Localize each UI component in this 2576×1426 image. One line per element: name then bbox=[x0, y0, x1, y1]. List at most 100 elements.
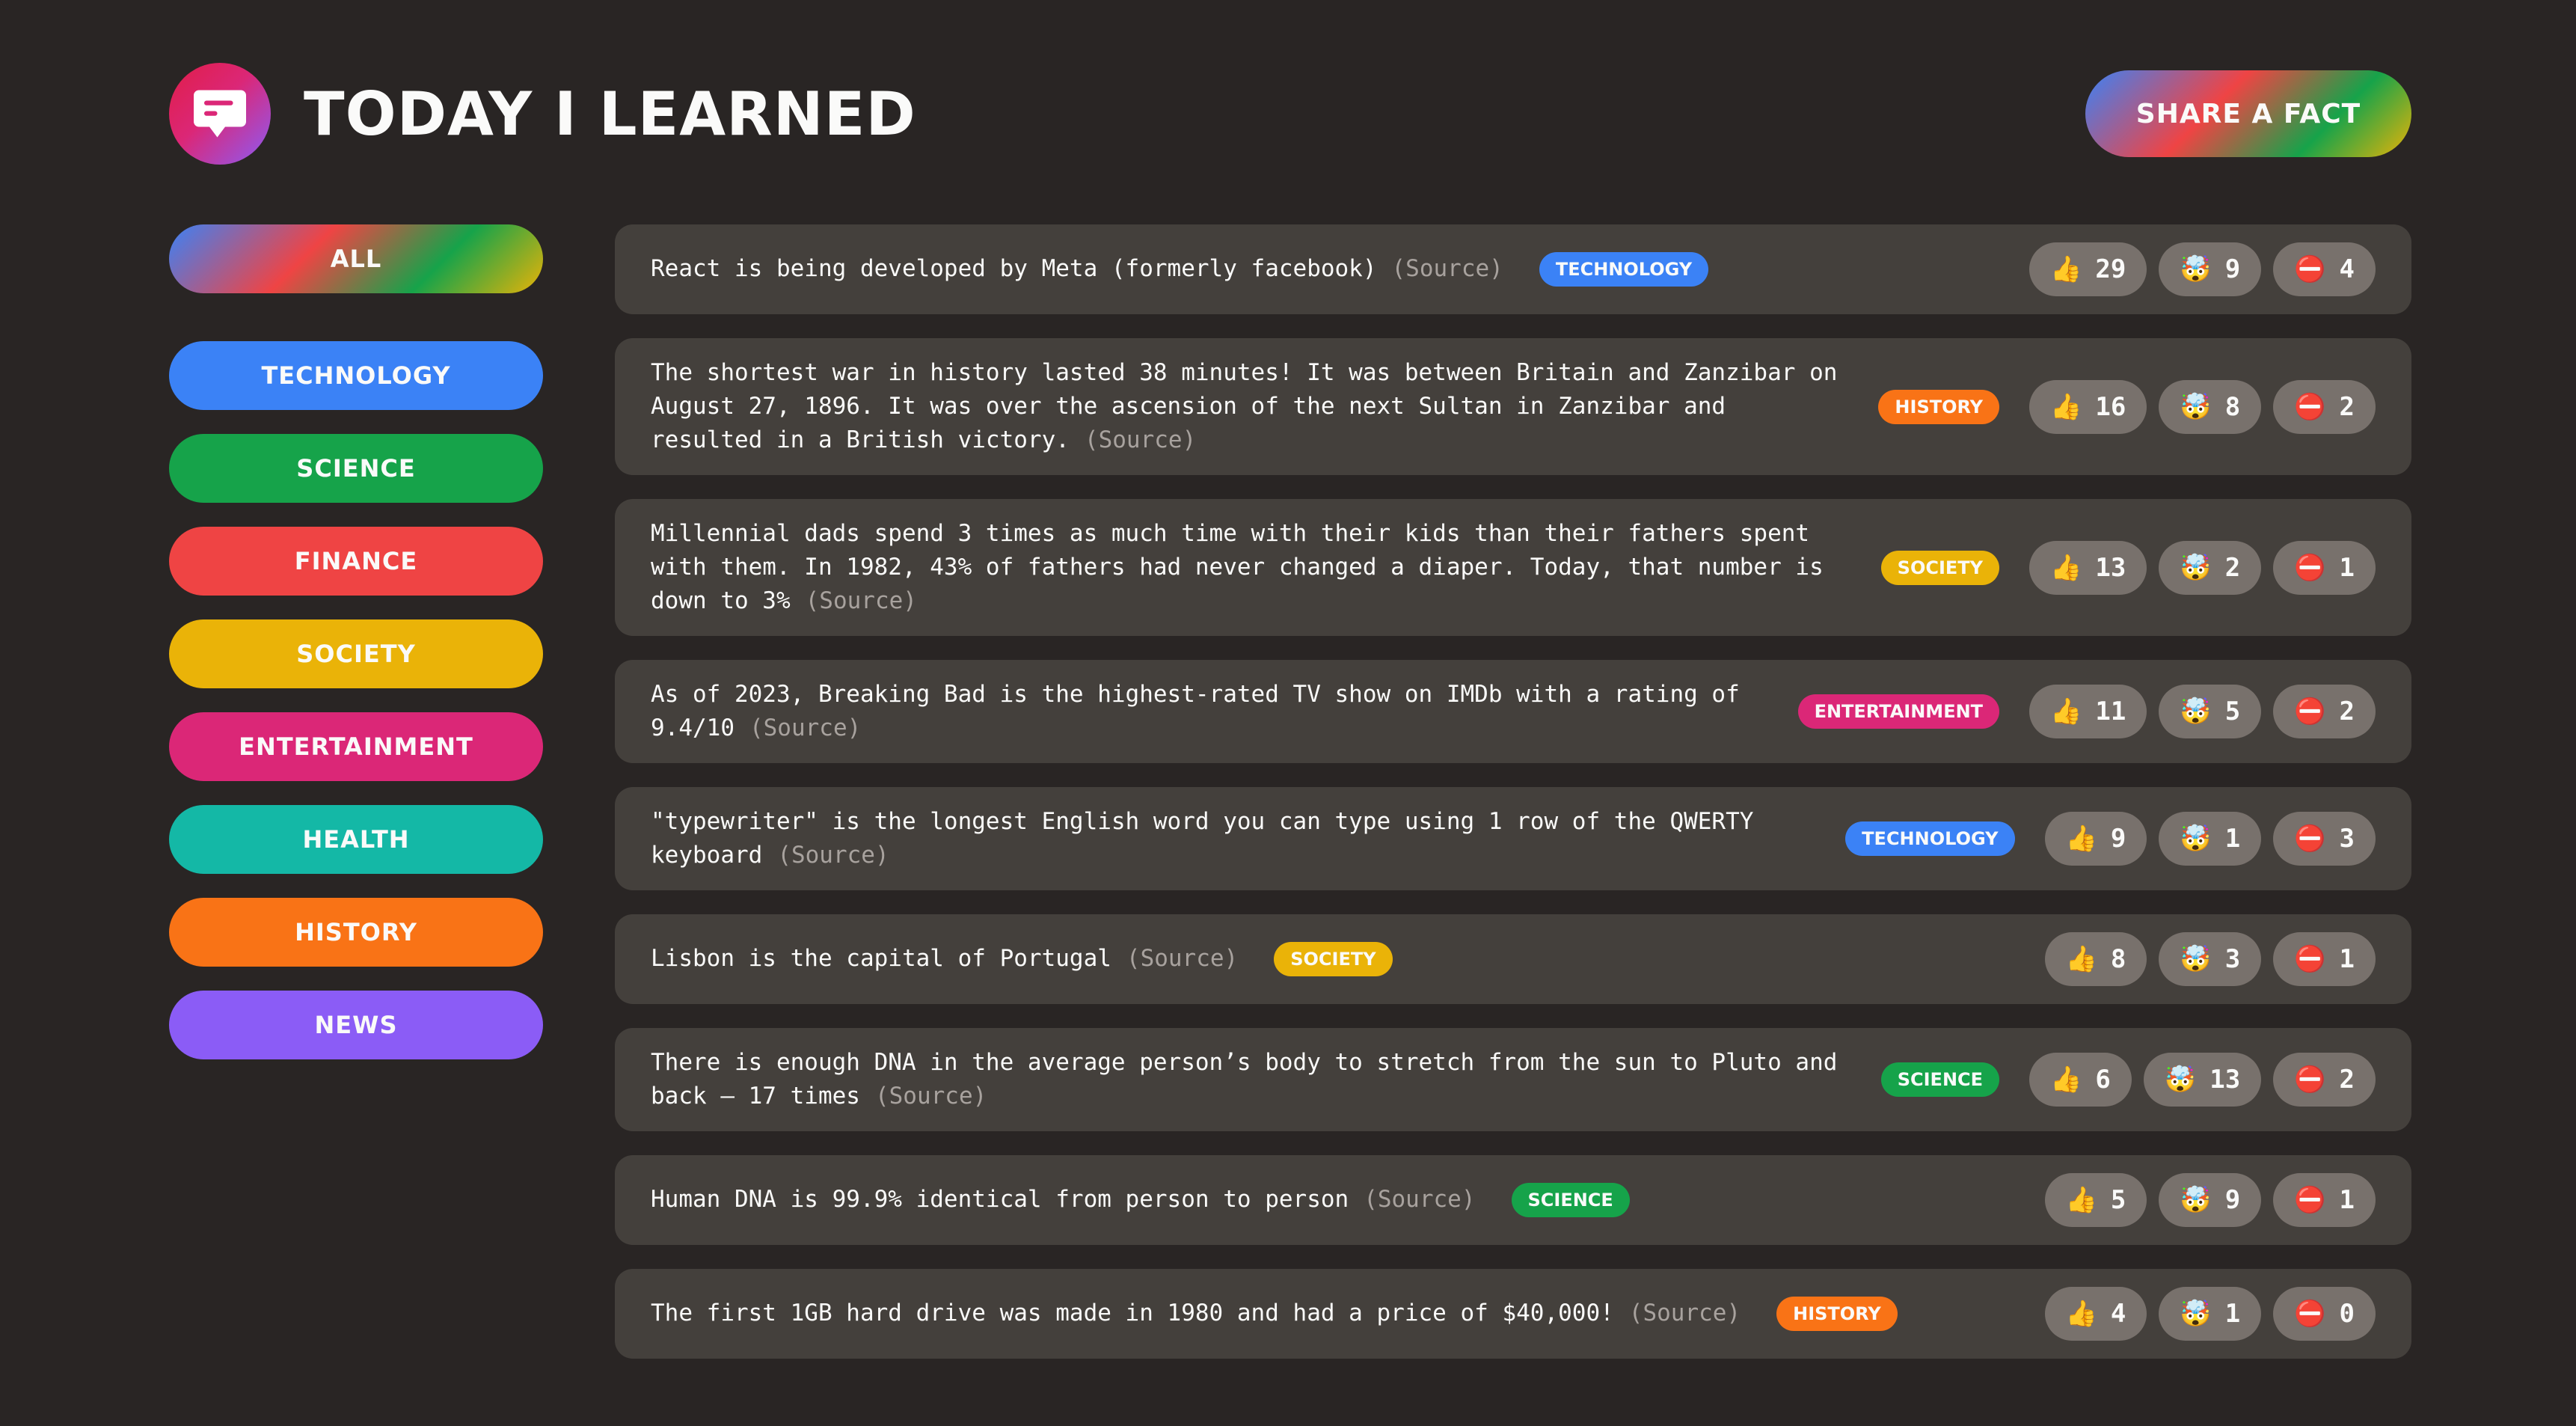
category-finance-button[interactable]: Finance bbox=[169, 527, 543, 596]
mind-blown-icon: 🤯 bbox=[2180, 697, 2212, 726]
mindblowing-vote-button[interactable]: 🤯 2 bbox=[2159, 540, 2262, 595]
thumbs-up-icon: 👍 bbox=[2050, 391, 2082, 422]
fact-item: Human DNA is 99.9% identical from person… bbox=[615, 1155, 2411, 1245]
like-vote-button[interactable]: 👍 13 bbox=[2029, 540, 2147, 595]
fact-text-block: As of 2023, Breaking Bad is the highest-… bbox=[651, 678, 1768, 745]
false-vote-button[interactable]: ⛔ 1 bbox=[2273, 1173, 2376, 1227]
like-count: 6 bbox=[2095, 1065, 2111, 1095]
source-link[interactable]: (Source) bbox=[777, 842, 889, 869]
mindblowing-vote-button[interactable]: 🤯 9 bbox=[2159, 1173, 2262, 1227]
false-vote-button[interactable]: ⛔ 2 bbox=[2273, 685, 2376, 738]
category-entertainment-button[interactable]: Entertainment bbox=[169, 712, 543, 781]
source-link[interactable]: (Source) bbox=[875, 1083, 987, 1110]
fact-text-block: There is enough DNA in the average perso… bbox=[651, 1046, 1851, 1113]
false-vote-button[interactable]: ⛔ 4 bbox=[2273, 242, 2376, 296]
chat-bubble-icon bbox=[169, 63, 271, 165]
source-link[interactable]: (Source) bbox=[749, 714, 861, 741]
source-link[interactable]: (Source) bbox=[1629, 1300, 1741, 1326]
fact-text: There is enough DNA in the average perso… bbox=[651, 1049, 1838, 1110]
mindblowing-vote-button[interactable]: 🤯 5 bbox=[2159, 685, 2262, 738]
mind-blown-icon: 🤯 bbox=[2180, 944, 2212, 974]
false-count: 2 bbox=[2339, 697, 2355, 726]
category-science-button[interactable]: Science bbox=[169, 434, 543, 503]
vote-buttons: 👍 4 🤯 1 ⛔ 0 bbox=[2015, 1287, 2376, 1341]
source-link[interactable]: (Source) bbox=[806, 587, 917, 614]
fact-item: There is enough DNA in the average perso… bbox=[615, 1028, 2411, 1131]
mind-blown-icon: 🤯 bbox=[2180, 824, 2212, 854]
false-count: 2 bbox=[2339, 1065, 2355, 1095]
category-tag: Entertainment bbox=[1797, 694, 2000, 729]
like-vote-button[interactable]: 👍 16 bbox=[2029, 379, 2147, 434]
no-entry-icon: ⛔ bbox=[2294, 944, 2326, 974]
category-tag: Science bbox=[1511, 1183, 1630, 1218]
vote-buttons: 👍 13 🤯 2 ⛔ 1 bbox=[1999, 540, 2376, 595]
mindblowing-count: 1 bbox=[2224, 824, 2241, 854]
like-count: 4 bbox=[2110, 1299, 2126, 1329]
false-vote-button[interactable]: ⛔ 1 bbox=[2273, 540, 2376, 595]
brand: Today I Learned bbox=[169, 63, 916, 165]
fact-item: Millennial dads spend 3 times as much ti… bbox=[615, 499, 2411, 636]
vote-buttons: 👍 9 🤯 1 ⛔ 3 bbox=[2015, 812, 2376, 866]
mindblowing-vote-button[interactable]: 🤯 8 bbox=[2159, 379, 2262, 434]
false-count: 0 bbox=[2339, 1299, 2355, 1329]
fact-text-block: Lisbon is the capital of Portugal (Source… bbox=[651, 942, 1393, 977]
false-count: 1 bbox=[2339, 944, 2355, 974]
mindblowing-vote-button[interactable]: 🤯 13 bbox=[2143, 1053, 2262, 1107]
like-vote-button[interactable]: 👍 8 bbox=[2044, 932, 2147, 986]
false-vote-button[interactable]: ⛔ 2 bbox=[2273, 379, 2376, 434]
source-link[interactable]: (Source) bbox=[1126, 945, 1238, 972]
mindblowing-vote-button[interactable]: 🤯 9 bbox=[2159, 242, 2262, 296]
source-link[interactable]: (Source) bbox=[1085, 426, 1196, 453]
thumbs-up-icon: 👍 bbox=[2050, 254, 2082, 284]
source-link[interactable]: (Source) bbox=[1392, 255, 1503, 282]
mindblowing-count: 3 bbox=[2224, 944, 2241, 974]
fact-text: The first 1GB hard drive was made in 198… bbox=[651, 1299, 1614, 1326]
thumbs-up-icon: 👍 bbox=[2065, 1299, 2097, 1329]
fact-item: "typewriter" is the longest English word… bbox=[615, 787, 2411, 890]
like-vote-button[interactable]: 👍 11 bbox=[2029, 685, 2147, 738]
mindblowing-vote-button[interactable]: 🤯 3 bbox=[2159, 932, 2262, 986]
fact-text: React is being developed by Meta (former… bbox=[651, 254, 1377, 282]
category-tag: Society bbox=[1274, 942, 1393, 977]
mindblowing-vote-button[interactable]: 🤯 1 bbox=[2159, 812, 2262, 866]
false-vote-button[interactable]: ⛔ 0 bbox=[2273, 1287, 2376, 1341]
mind-blown-icon: 🤯 bbox=[2164, 1065, 2197, 1095]
fact-item: The shortest war in history lasted 38 mi… bbox=[615, 338, 2411, 475]
mindblowing-count: 13 bbox=[2209, 1065, 2241, 1095]
category-technology-button[interactable]: Technology bbox=[169, 341, 543, 410]
false-vote-button[interactable]: ⛔ 3 bbox=[2273, 812, 2376, 866]
false-count: 1 bbox=[2339, 552, 2355, 583]
mindblowing-vote-button[interactable]: 🤯 1 bbox=[2159, 1287, 2262, 1341]
app-title: Today I Learned bbox=[304, 79, 916, 149]
like-vote-button[interactable]: 👍 5 bbox=[2044, 1173, 2147, 1227]
like-vote-button[interactable]: 👍 9 bbox=[2044, 812, 2147, 866]
like-vote-button[interactable]: 👍 4 bbox=[2044, 1287, 2147, 1341]
facts-list: React is being developed by Meta (former… bbox=[615, 224, 2411, 1383]
category-news-button[interactable]: News bbox=[169, 991, 543, 1059]
mindblowing-count: 8 bbox=[2224, 391, 2241, 422]
source-link[interactable]: (Source) bbox=[1364, 1186, 1475, 1213]
thumbs-up-icon: 👍 bbox=[2050, 697, 2082, 726]
category-health-button[interactable]: Health bbox=[169, 805, 543, 874]
mind-blown-icon: 🤯 bbox=[2180, 391, 2212, 422]
like-count: 11 bbox=[2095, 697, 2126, 726]
vote-buttons: 👍 16 🤯 8 ⛔ 2 bbox=[1999, 379, 2376, 434]
app-header: Today I Learned Share a fact bbox=[169, 63, 2411, 165]
false-vote-button[interactable]: ⛔ 1 bbox=[2273, 932, 2376, 986]
mindblowing-count: 2 bbox=[2224, 552, 2241, 583]
false-vote-button[interactable]: ⛔ 2 bbox=[2273, 1053, 2376, 1107]
share-fact-button[interactable]: Share a fact bbox=[2085, 70, 2411, 157]
category-tag: History bbox=[1776, 1297, 1898, 1332]
no-entry-icon: ⛔ bbox=[2294, 254, 2326, 284]
thumbs-up-icon: 👍 bbox=[2065, 824, 2097, 854]
like-vote-button[interactable]: 👍 6 bbox=[2029, 1053, 2132, 1107]
mind-blown-icon: 🤯 bbox=[2180, 1299, 2212, 1329]
category-history-button[interactable]: History bbox=[169, 898, 543, 967]
like-vote-button[interactable]: 👍 29 bbox=[2029, 242, 2147, 296]
category-society-button[interactable]: Society bbox=[169, 619, 543, 688]
vote-buttons: 👍 11 🤯 5 ⛔ 2 bbox=[1999, 685, 2376, 738]
mindblowing-count: 9 bbox=[2224, 254, 2241, 284]
category-all-button[interactable]: All bbox=[169, 224, 543, 293]
mind-blown-icon: 🤯 bbox=[2180, 1185, 2212, 1215]
false-count: 4 bbox=[2339, 254, 2355, 284]
